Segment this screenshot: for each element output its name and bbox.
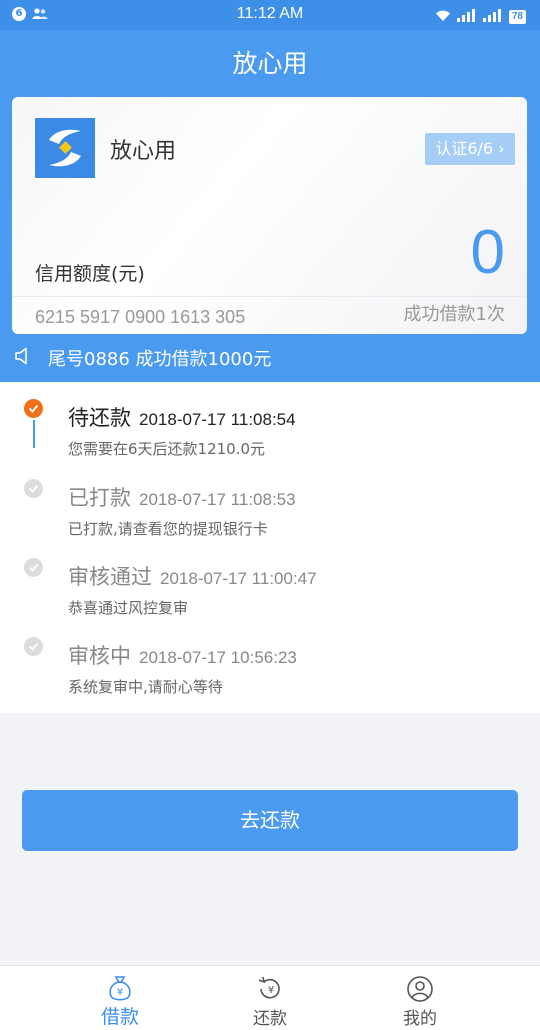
status-dot-done-icon [24,637,43,656]
timeline-time: 2018-07-17 10:56:23 [139,648,297,667]
battery-indicator: 78 [508,9,526,24]
success-count: 成功借款1次 [403,304,505,325]
timeline-title: 已打款 [68,486,131,510]
app-logo [35,118,95,178]
timeline-item: 审核通过 2018-07-17 11:00:47 [68,561,317,591]
timeline-item: 审核中 2018-07-17 10:56:23 [68,640,297,670]
timeline-time: 2018-07-17 11:08:54 [139,410,296,429]
certification-button[interactable]: 认证6/6 › [425,133,515,165]
tab-borrow[interactable]: ¥ 借款 [60,966,180,1030]
signal-icon [456,7,477,26]
tab-label: 借款 [100,1006,139,1028]
timeline-item: 待还款 2018-07-17 11:08:54 [68,402,296,432]
timeline-title: 审核通过 [68,565,152,589]
tab-label: 还款 [253,1009,287,1029]
timeline-desc: 系统复审中,请耐心等待 [68,678,223,696]
status-dot-done-icon [24,479,43,498]
loan-card: 放心用 认证6/6 › 0 信用额度(元) 6215 5917 0900 161… [12,97,527,334]
signal-icon [482,7,503,26]
notice-text: 尾号0886 成功借款1000元 [48,349,272,370]
card-number: 6215 5917 0900 1613 305 [35,307,246,327]
timeline-desc: 您需要在6天后还款1210.0元 [68,440,266,458]
timeline-title: 审核中 [68,644,131,668]
status-bar: 6 11:12 AM 78 [0,0,540,30]
tab-repay[interactable]: ¥ 还款 [210,966,330,1030]
card-product-name: 放心用 [110,139,177,164]
tab-mine[interactable]: 我的 [360,966,480,1030]
repay-button[interactable]: 去还款 [22,790,518,851]
notice-bar: 尾号0886 成功借款1000元 [14,345,271,371]
timeline-title: 待还款 [68,406,131,430]
page-title: 放心用 [232,49,308,78]
certification-label: 认证6/6 [435,139,494,158]
profile-icon [405,974,435,1004]
tab-label: 我的 [403,1009,437,1029]
chevron-right-icon: › [498,139,505,158]
timeline-connector [33,420,35,448]
status-dot-active-icon [24,399,43,418]
bottom-tab-bar: ¥ 借款 ¥ 还款 我的 [0,965,540,1030]
wifi-icon [435,7,451,26]
timeline-desc: 已打款,请查看您的提现银行卡 [68,520,268,538]
repay-icon: ¥ [255,974,285,1004]
timeline-time: 2018-07-17 11:08:53 [139,490,296,509]
money-bag-icon: ¥ [105,974,135,1004]
timeline-time: 2018-07-17 11:00:47 [160,569,317,588]
timeline-item: 已打款 2018-07-17 11:08:53 [68,482,296,512]
credit-amount: 0 [470,218,505,287]
svg-text:¥: ¥ [268,985,274,996]
card-divider [12,296,527,297]
status-dot-done-icon [24,558,43,577]
svg-text:¥: ¥ [117,987,123,998]
timeline-desc: 恭喜通过风控复审 [68,599,189,617]
credit-label: 信用额度(元) [35,263,145,285]
speaker-icon [14,347,32,370]
